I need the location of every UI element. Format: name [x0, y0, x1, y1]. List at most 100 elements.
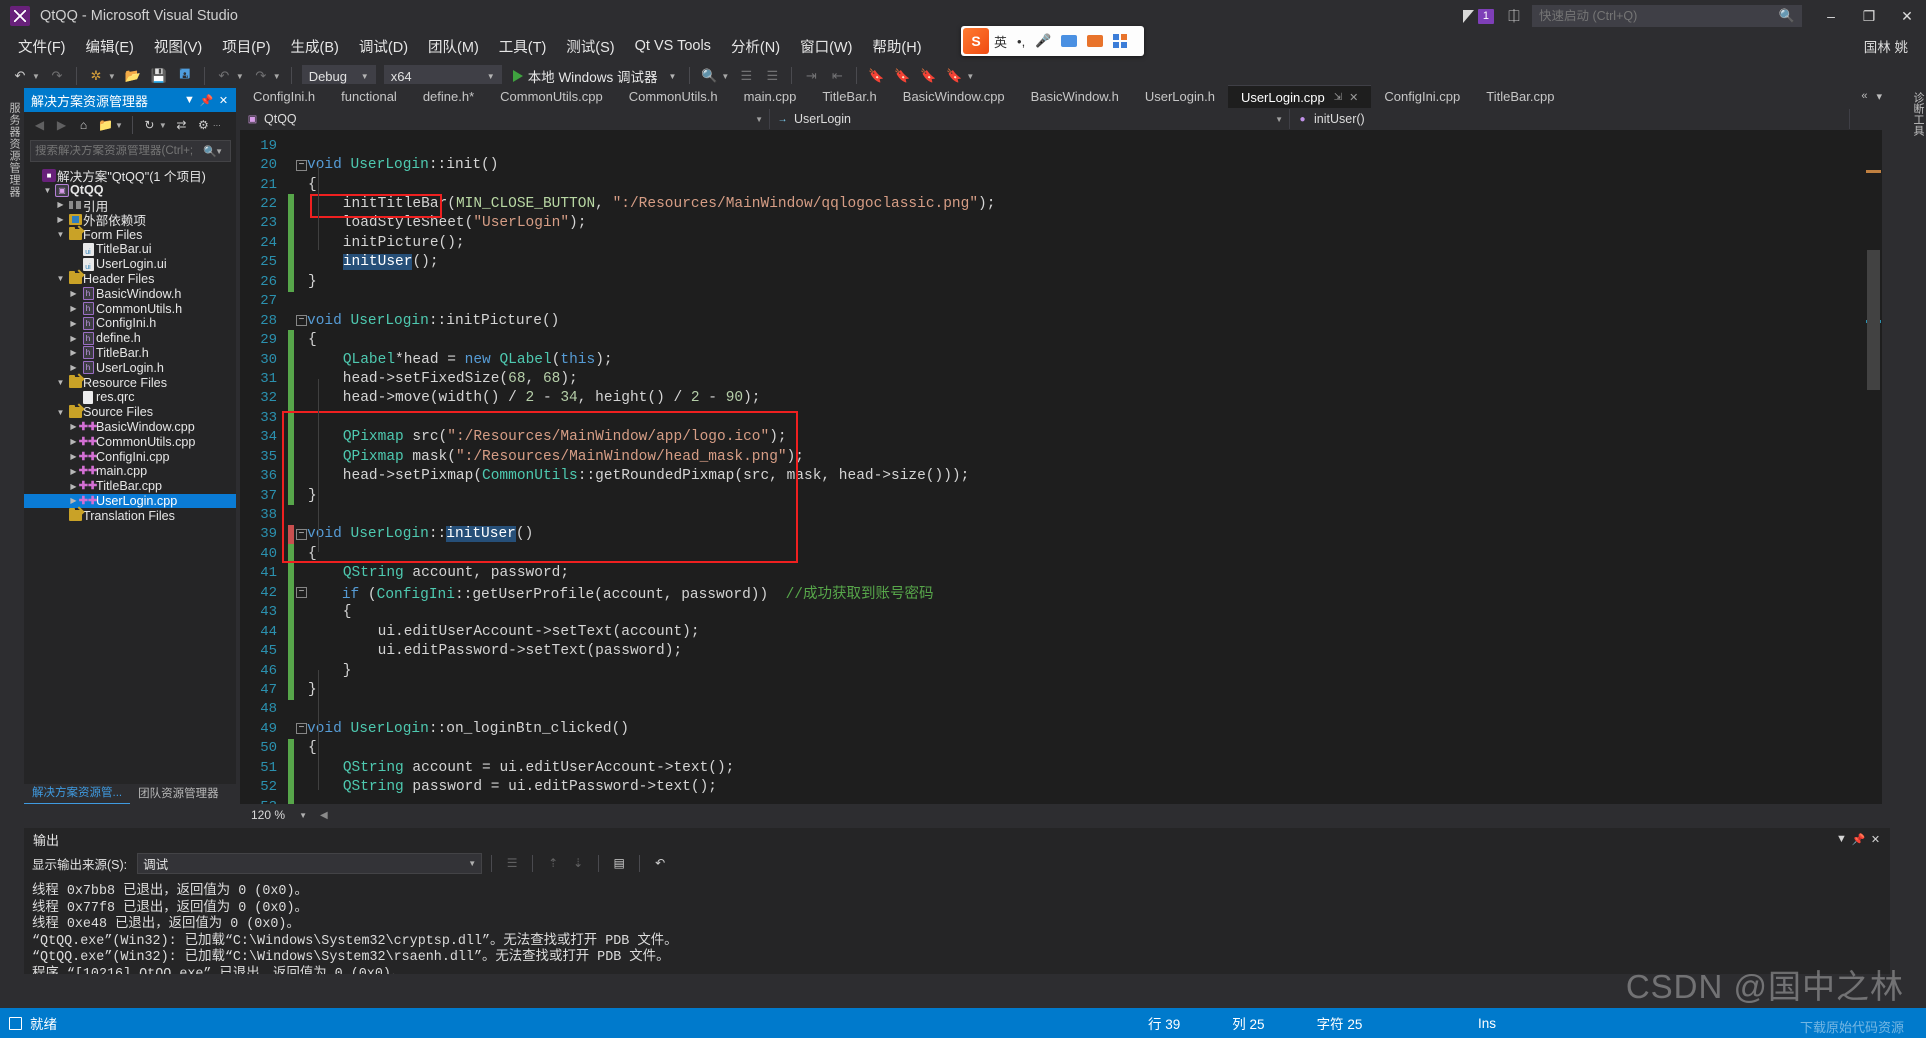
close-button[interactable]: ✕ [1888, 0, 1926, 32]
tree-item-titlebar.cpp[interactable]: ▶ ✚✚ TitleBar.cpp [24, 479, 236, 494]
properties-icon[interactable]: ⚙ [193, 115, 214, 136]
refresh-icon[interactable]: ↻ [139, 115, 160, 136]
redo-dropdown-icon[interactable]: ▼ [273, 72, 281, 81]
menu-tools[interactable]: 工具(T) [489, 32, 557, 61]
editor-tab-commonutilscpp[interactable]: CommonUtils.cpp [487, 85, 616, 108]
ime-mode-label[interactable]: 英 [989, 32, 1012, 51]
tree-item-res.qrc[interactable]: res.qrc [24, 390, 236, 405]
tree-item-[interactable]: ▶ 外部依赖项 [24, 212, 236, 228]
search-input[interactable] [35, 145, 204, 157]
menu-team[interactable]: 团队(M) [418, 32, 489, 61]
menu-test[interactable]: 测试(S) [556, 32, 624, 61]
ime-punctuation-icon[interactable]: •, [1012, 34, 1030, 49]
close-icon[interactable]: ✕ [1349, 91, 1358, 104]
editor-tab-basicwindowh[interactable]: BasicWindow.h [1018, 85, 1132, 108]
chevron-down-icon[interactable]: ▼ [115, 121, 123, 130]
quick-launch-box[interactable]: 🔍 [1532, 5, 1802, 27]
menu-edit[interactable]: 编辑(E) [76, 32, 144, 61]
close-icon[interactable]: ✕ [215, 90, 232, 110]
editor-tab-configinih[interactable]: ConfigIni.h [240, 85, 328, 108]
tab-solution-explorer[interactable]: 解决方案资源管... [24, 782, 131, 804]
pin-icon[interactable]: ⇲ [1334, 92, 1342, 103]
overflow-icon[interactable]: ⋯ [213, 121, 221, 130]
navbar-member-dropdown[interactable]: ● initUser() [1290, 109, 1850, 129]
tree-item-qtqq1[interactable]: ■ 解决方案"QtQQ"(1 个项目) [24, 168, 236, 184]
menu-analyze[interactable]: 分析(N) [721, 32, 790, 61]
tree-item-sourcefiles[interactable]: ▼ Source Files [24, 404, 236, 420]
microphone-icon[interactable]: 🎤 [1030, 33, 1056, 49]
tree-item-userlogin.ui[interactable]: ui UserLogin.ui [24, 257, 236, 272]
tab-list-icon[interactable]: ▾ [1876, 90, 1882, 103]
tree-item-formfiles[interactable]: ▼ Form Files [24, 227, 236, 242]
collapse-arrow-icon[interactable]: ▶ [67, 363, 80, 372]
tree-item-headerfiles[interactable]: ▼ Header Files [24, 271, 236, 287]
find-dropdown-icon[interactable]: ▼ [721, 72, 729, 81]
tree-item-userlogin.h[interactable]: ▶ h UserLogin.h [24, 360, 236, 375]
word-wrap-icon[interactable]: ↶ [649, 853, 671, 874]
home-icon[interactable]: ⌂ [73, 115, 94, 136]
find-message-icon[interactable]: ☰ [501, 853, 523, 874]
collapse-arrow-icon[interactable]: ▶ [67, 319, 80, 328]
server-explorer-tab[interactable]: 服务器资源管理器 [0, 92, 22, 804]
show-all-files-icon[interactable]: 📁 [95, 115, 116, 136]
editor-tab-userlogincpp[interactable]: UserLogin.cpp ⇲ ✕ [1227, 85, 1372, 108]
tree-item-commonutils.cpp[interactable]: ▶ ✚✚ CommonUtils.cpp [24, 434, 236, 449]
collapse-arrow-icon[interactable]: ▶ [54, 215, 67, 224]
editor-tab-titlebarh[interactable]: TitleBar.h [809, 85, 889, 108]
menu-help[interactable]: 帮助(H) [862, 32, 931, 61]
collapse-region-icon[interactable]: − [296, 587, 307, 599]
editor-tab-userloginh[interactable]: UserLogin.h [1132, 85, 1228, 108]
expand-arrow-icon[interactable]: ▼ [54, 230, 67, 239]
chevron-down-icon[interactable]: ▼ [159, 121, 167, 130]
menu-project[interactable]: 项目(P) [212, 32, 280, 61]
expand-arrow-icon[interactable]: ▼ [54, 378, 67, 387]
open-file-icon[interactable]: 📂 [121, 64, 145, 88]
save-all-icon[interactable]: 🖪 [173, 64, 197, 88]
save-icon[interactable]: 💾 [147, 64, 171, 88]
tree-item-translationfiles[interactable]: Translation Files [24, 508, 236, 523]
menu-window[interactable]: 窗口(W) [790, 32, 862, 61]
tree-item-resourcefiles[interactable]: ▼ Resource Files [24, 375, 236, 390]
editor-tab-functional[interactable]: functional [328, 85, 410, 108]
start-debugging-button[interactable]: 本地 Windows 调试器 ▼ [507, 66, 683, 86]
menu-file[interactable]: 文件(F) [8, 32, 76, 61]
new-dropdown-icon[interactable]: ▼ [108, 72, 116, 81]
pin-icon[interactable]: 📌 [198, 90, 215, 110]
zoom-level-selector[interactable]: 120 % ▼ [248, 806, 310, 824]
editor-tab-defineh[interactable]: define.h* [410, 85, 487, 108]
notification-button[interactable]: 1 [1462, 8, 1494, 24]
collapse-arrow-icon[interactable]: ▶ [67, 289, 80, 298]
menu-view[interactable]: 视图(V) [144, 32, 212, 61]
chevron-down-icon[interactable]: ▼ [215, 147, 223, 156]
collapse-region-icon[interactable]: − [296, 528, 307, 540]
tree-item-basicwindow.cpp[interactable]: ▶ ✚✚ BasicWindow.cpp [24, 420, 236, 435]
collapse-arrow-icon[interactable]: ▶ [67, 334, 80, 343]
expand-arrow-icon[interactable]: ▼ [41, 186, 54, 195]
tree-item-titlebar.ui[interactable]: ui TitleBar.ui [24, 242, 236, 257]
sync-icon[interactable]: ⇄ [171, 115, 192, 136]
collapse-region-icon[interactable]: − [296, 159, 307, 171]
quick-launch-input[interactable] [1539, 9, 1779, 23]
tree-item-configini.h[interactable]: ▶ h ConfigIni.h [24, 316, 236, 331]
minimize-button[interactable]: – [1812, 0, 1850, 32]
undo-dropdown-icon[interactable]: ▼ [236, 72, 244, 81]
chevron-left-left-icon[interactable]: « [1861, 90, 1867, 102]
collapse-region-icon[interactable]: − [296, 723, 307, 735]
output-source-combo[interactable]: 调试 ▼ [137, 852, 483, 874]
tree-item-commonutils.h[interactable]: ▶ h CommonUtils.h [24, 301, 236, 316]
output-text-area[interactable]: 线程 0x7bb8 已退出，返回值为 0 (0x0)。 线程 0x77f8 已退出… [24, 876, 1890, 974]
search-icon[interactable]: 🔍 [1779, 8, 1795, 24]
go-to-next-icon[interactable]: ⇣ [567, 853, 589, 874]
menu-debug[interactable]: 调试(D) [349, 32, 418, 61]
diagnostic-tools-tab[interactable]: 诊断工具 [1908, 84, 1926, 804]
navigate-forward-icon[interactable]: ↷ [45, 64, 69, 88]
collapse-arrow-icon[interactable]: ▶ [67, 304, 80, 313]
feedback-icon[interactable]: ⎅ [1508, 8, 1520, 25]
tree-item-define.h[interactable]: ▶ h define.h [24, 331, 236, 346]
tab-team-explorer[interactable]: 团队资源管理器 [130, 783, 227, 804]
tree-item-titlebar.h[interactable]: ▶ h TitleBar.h [24, 346, 236, 361]
new-project-icon[interactable]: ✲ [84, 64, 108, 88]
go-to-previous-icon[interactable]: ⇡ [542, 853, 564, 874]
toolbox-icon[interactable] [1082, 35, 1108, 47]
editor-tab-configinicpp[interactable]: ConfigIni.cpp [1371, 85, 1473, 108]
